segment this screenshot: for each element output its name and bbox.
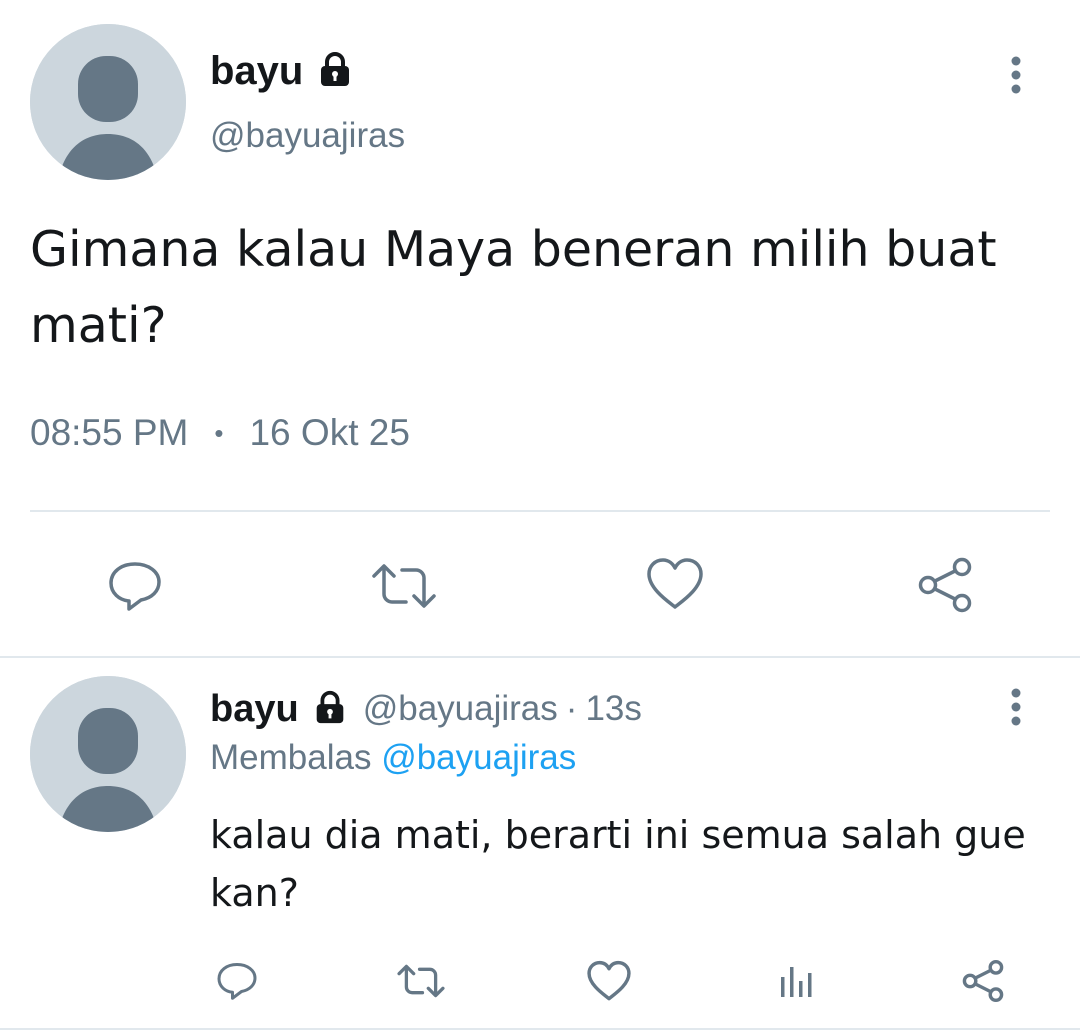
share-button[interactable] (912, 554, 978, 616)
reply-button[interactable] (212, 958, 262, 1004)
default-avatar-icon (30, 676, 186, 832)
divider (30, 510, 1050, 512)
retweet-button[interactable] (368, 556, 440, 616)
more-options-button[interactable] (996, 52, 1036, 98)
section-divider (0, 656, 1080, 658)
lock-icon (315, 49, 355, 94)
retweet-icon (397, 964, 445, 998)
like-button[interactable] (642, 554, 708, 614)
replying-to-link[interactable]: @bayuajiras (381, 738, 576, 777)
separator-dot: • (214, 417, 224, 448)
author-handle[interactable]: @bayuajiras (210, 116, 405, 156)
share-button[interactable] (958, 956, 1008, 1006)
timestamp-row: 08:55 PM • 16 Okt 25 (30, 412, 410, 454)
tweet-text-line: mati? (30, 297, 167, 354)
replying-label: Membalas (210, 738, 372, 777)
like-button[interactable] (584, 958, 634, 1004)
author-name[interactable]: bayu (210, 688, 299, 731)
share-icon (918, 557, 972, 613)
analytics-button[interactable] (774, 958, 818, 1004)
lock-icon (311, 688, 349, 731)
more-options-button[interactable] (996, 684, 1036, 730)
analytics-icon (781, 967, 812, 997)
reply-header: bayu @bayuajiras · 13s (210, 684, 642, 734)
replying-to: Membalas @bayuajiras (210, 738, 576, 778)
reply-text-line: kalau dia mati, berarti ini semua salah … (210, 813, 1026, 857)
avatar[interactable] (30, 676, 186, 832)
reply-text: kalau dia mati, berarti ini semua salah … (210, 806, 1026, 922)
tweet-text: Gimana kalau Maya beneran milih buat mat… (30, 212, 997, 364)
tweet-date: 16 Okt 25 (249, 412, 410, 453)
reply-icon (217, 963, 257, 1000)
more-vertical-icon (1011, 688, 1021, 726)
reply-button[interactable] (100, 556, 170, 616)
tweet-age: 13s (585, 689, 642, 728)
reply-text-line: kan? (210, 871, 299, 915)
author-handle[interactable]: @bayuajiras (363, 689, 558, 729)
author-row: bayu (210, 44, 355, 98)
tweet-text-line: Gimana kalau Maya beneran milih buat (30, 221, 997, 278)
share-icon (962, 959, 1004, 1003)
meta-dot: · (565, 689, 578, 728)
heart-icon (587, 960, 631, 1001)
bottom-divider (0, 1028, 1080, 1030)
avatar[interactable] (30, 24, 186, 180)
author-name[interactable]: bayu (210, 49, 303, 94)
default-avatar-icon (30, 24, 186, 180)
tweet-time: 08:55 PM (30, 412, 189, 453)
retweet-button[interactable] (394, 958, 448, 1004)
more-vertical-icon (1011, 56, 1021, 94)
retweet-icon (372, 564, 436, 608)
reply-icon (109, 562, 161, 611)
heart-icon (647, 558, 703, 609)
